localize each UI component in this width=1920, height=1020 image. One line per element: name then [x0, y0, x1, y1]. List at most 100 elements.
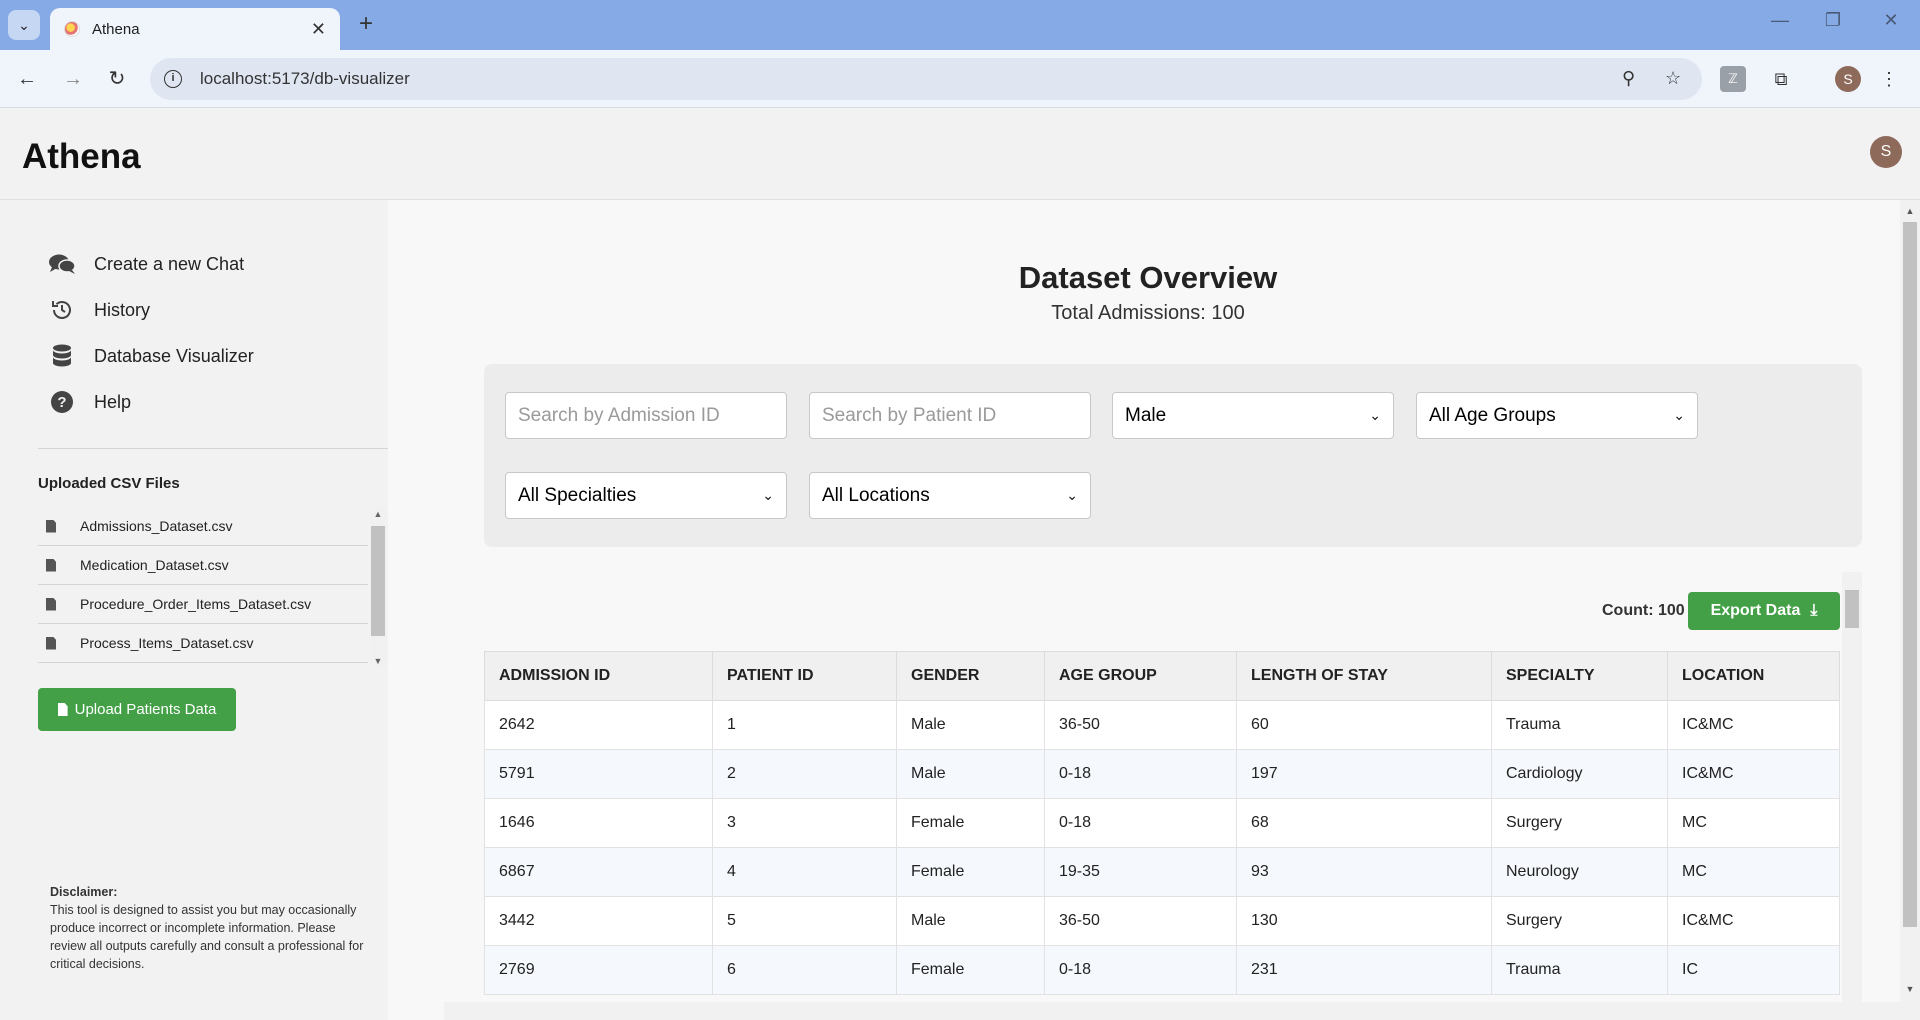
table-cell: 36-50 [1044, 896, 1237, 946]
age-group-select-value: All Age Groups [1429, 404, 1556, 426]
table-row[interactable]: 6867 4 Female 19-35 93 Neurology MC [484, 847, 1840, 897]
horizontal-scrollbar[interactable] [444, 1002, 1900, 1020]
admission-id-search-input[interactable]: Search by Admission ID [505, 392, 787, 439]
tab-close-icon[interactable]: ✕ [311, 19, 326, 40]
csv-file-item[interactable]: Process_Items_Dataset.csv [38, 624, 368, 663]
tab-search-chevron-icon[interactable]: ⌄ [8, 10, 40, 40]
browser-tab[interactable]: Athena ✕ [50, 8, 340, 50]
table-cell: MC [1667, 847, 1840, 897]
table-cell: Cardiology [1491, 749, 1668, 799]
patient-id-placeholder: Search by Patient ID [822, 404, 997, 426]
browser-menu-icon[interactable]: ⋮ [1876, 66, 1902, 92]
site-info-icon[interactable]: i [164, 70, 182, 88]
address-bar[interactable]: i localhost:5173/db-visualizer ⚲ ☆ [150, 58, 1702, 100]
table-cell: Male [896, 896, 1045, 946]
table-cell: Trauma [1491, 945, 1668, 995]
chevron-down-icon: ⌄ [762, 487, 774, 503]
table-header-row: ADMISSION ID PATIENT ID GENDER AGE GROUP… [484, 651, 1840, 701]
table-cell: 231 [1236, 945, 1492, 995]
disclaimer-title: Disclaimer: [50, 885, 118, 899]
table-cell: 130 [1236, 896, 1492, 946]
table-cell: 2 [712, 749, 897, 799]
table-row[interactable]: 5791 2 Male 0-18 197 Cardiology IC&MC [484, 749, 1840, 799]
column-header[interactable]: ADMISSION ID [484, 651, 713, 701]
app-title: Athena [22, 137, 141, 176]
extensions-puzzle-icon[interactable]: ⧉ [1768, 66, 1794, 92]
column-header[interactable]: SPECIALTY [1491, 651, 1668, 701]
file-upload-icon [57, 703, 68, 716]
database-icon [48, 342, 76, 370]
table-cell: 68 [1236, 798, 1492, 848]
sidebar-item-help[interactable]: ? Help [48, 388, 131, 416]
gender-select[interactable]: Male ⌄ [1112, 392, 1394, 439]
sidebar-item-label: Help [94, 391, 132, 412]
reload-icon[interactable]: ↻ [102, 64, 132, 94]
result-count: Count: 100 [1602, 602, 1685, 619]
csv-file-name: Procedure_Order_Items_Dataset.csv [80, 596, 312, 612]
csv-file-item[interactable]: Medication_Dataset.csv [38, 546, 368, 585]
new-tab-icon[interactable]: + [352, 10, 380, 38]
zoom-icon[interactable]: ⚲ [1622, 68, 1635, 89]
scroll-down-arrow-icon[interactable]: ▼ [370, 656, 386, 666]
scroll-up-arrow-icon[interactable]: ▲ [370, 509, 386, 519]
sidebar-item-new-chat[interactable]: Create a new Chat [48, 250, 244, 278]
extension-icon[interactable]: ℤ [1720, 66, 1746, 92]
csv-file-name: Medication_Dataset.csv [80, 557, 229, 573]
table-cell: Female [896, 945, 1045, 995]
table-cell: Female [896, 798, 1045, 848]
column-header[interactable]: LOCATION [1667, 651, 1840, 701]
table-cell: 93 [1236, 847, 1492, 897]
specialty-select[interactable]: All Specialties ⌄ [505, 472, 787, 519]
column-header[interactable]: PATIENT ID [712, 651, 897, 701]
page-scroll-down-icon[interactable]: ▼ [1900, 984, 1920, 994]
csv-file-name: Process_Items_Dataset.csv [80, 635, 254, 651]
user-avatar[interactable]: S [1870, 136, 1902, 168]
csv-file-item[interactable]: Admissions_Dataset.csv [38, 507, 368, 546]
table-row[interactable]: 2769 6 Female 0-18 231 Trauma IC [484, 945, 1840, 995]
table-cell: IC&MC [1667, 896, 1840, 946]
table-cell: 6867 [484, 847, 713, 897]
disclaimer-text: This tool is designed to assist you but … [50, 903, 364, 971]
download-icon: ⤓ [1810, 602, 1818, 619]
table-row[interactable]: 1646 3 Female 0-18 68 Surgery MC [484, 798, 1840, 848]
export-data-button[interactable]: Export Data ⤓ [1688, 592, 1840, 630]
table-cell: 2642 [484, 700, 713, 750]
table-cell: 0-18 [1044, 945, 1237, 995]
chevron-down-icon: ⌄ [1066, 487, 1078, 503]
sidebar-item-database-visualizer[interactable]: Database Visualizer [48, 342, 254, 370]
chevron-down-icon: ⌄ [1369, 407, 1381, 423]
table-row[interactable]: 2642 1 Male 36-50 60 Trauma IC&MC [484, 700, 1840, 750]
column-header[interactable]: GENDER [896, 651, 1045, 701]
patient-id-search-input[interactable]: Search by Patient ID [809, 392, 1091, 439]
back-icon[interactable]: ← [12, 64, 42, 94]
age-group-select[interactable]: All Age Groups ⌄ [1416, 392, 1698, 439]
table-cell: 0-18 [1044, 749, 1237, 799]
table-row[interactable]: 3442 5 Male 36-50 130 Surgery IC&MC [484, 896, 1840, 946]
page-scroll-thumb[interactable] [1903, 222, 1917, 927]
browser-tabbar: ⌄ Athena ✕ + — ❐ ✕ [0, 0, 1920, 50]
csv-file-list[interactable]: Admissions_Dataset.csv Medication_Datase… [38, 507, 368, 664]
table-cell: MC [1667, 798, 1840, 848]
page-title: Dataset Overview [1018, 260, 1278, 295]
sidebar-item-label: Database Visualizer [94, 345, 254, 366]
page-scroll-up-icon[interactable]: ▲ [1900, 206, 1920, 216]
bookmark-star-icon[interactable]: ☆ [1665, 68, 1681, 89]
table-scrollbar[interactable] [1842, 572, 1862, 1002]
minimize-icon[interactable]: — [1765, 10, 1795, 31]
sidebar-item-history[interactable]: History [48, 296, 150, 324]
table-cell: Male [896, 749, 1045, 799]
csv-file-item[interactable]: Procedure_Order_Items_Dataset.csv [38, 585, 368, 624]
table-scroll-thumb[interactable] [1845, 590, 1859, 628]
forward-icon[interactable]: → [58, 64, 88, 94]
browser-profile-avatar[interactable]: S [1835, 66, 1861, 92]
restore-icon[interactable]: ❐ [1818, 10, 1848, 31]
upload-patients-data-button[interactable]: Upload Patients Data [38, 688, 236, 731]
upload-button-label: Upload Patients Data [74, 701, 217, 718]
table-cell: 197 [1236, 749, 1492, 799]
location-select[interactable]: All Locations ⌄ [809, 472, 1091, 519]
csv-list-scroll-thumb[interactable] [371, 526, 385, 636]
column-header[interactable]: LENGTH OF STAY [1236, 651, 1492, 701]
column-header[interactable]: AGE GROUP [1044, 651, 1237, 701]
window-close-icon[interactable]: ✕ [1876, 10, 1906, 31]
disclaimer: Disclaimer: This tool is designed to ass… [50, 883, 368, 973]
